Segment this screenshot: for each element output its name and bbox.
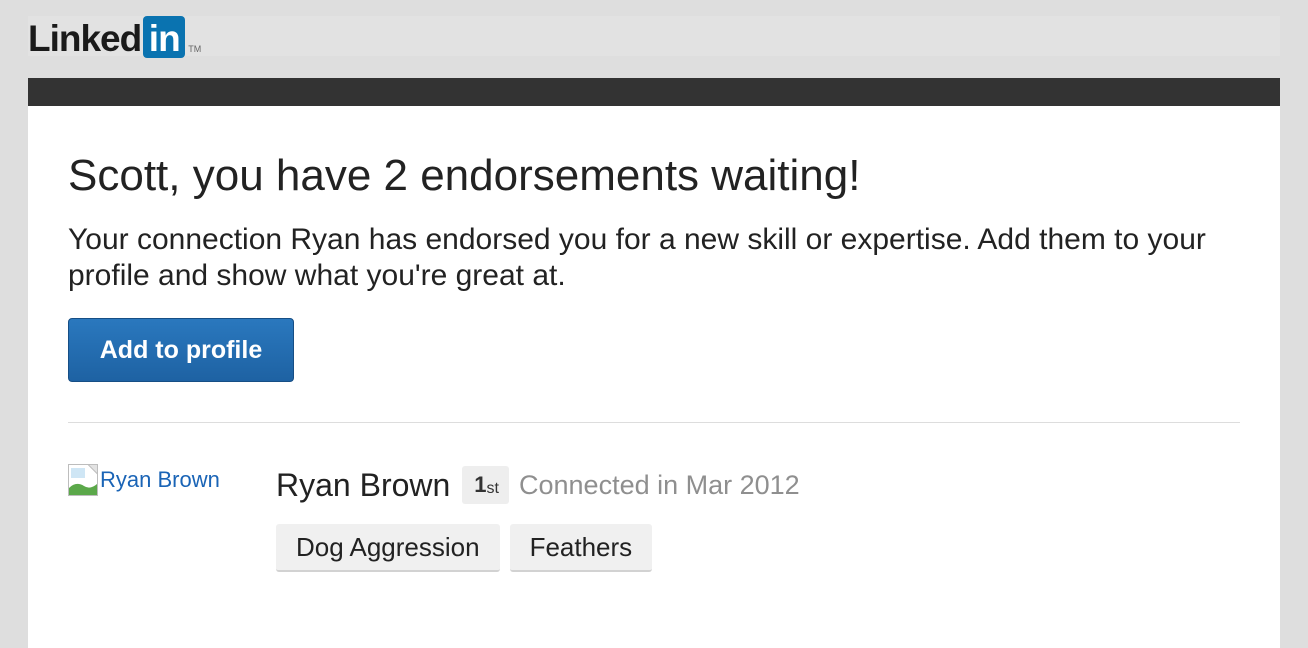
add-to-profile-button[interactable]: Add to profile bbox=[68, 318, 294, 382]
divider bbox=[68, 422, 1240, 423]
broken-image-icon bbox=[68, 464, 98, 496]
logo-in-badge: in bbox=[143, 16, 186, 59]
trademark-mark: TM bbox=[188, 44, 202, 54]
endorsed-skills: Dog Aggression Feathers bbox=[276, 524, 653, 572]
logo-wordmark: Linked bbox=[28, 18, 142, 59]
email-body-text: Your connection Ryan has endorsed you fo… bbox=[68, 223, 1206, 292]
skill-tag-feathers[interactable]: Feathers bbox=[509, 524, 653, 572]
endorser-name[interactable]: Ryan Brown bbox=[276, 467, 450, 504]
connection-degree-badge: 1st bbox=[462, 466, 509, 504]
header-band bbox=[28, 16, 1280, 56]
linkedin-logo[interactable]: Linked in TM bbox=[28, 16, 202, 59]
degree-number: 1 bbox=[474, 472, 487, 497]
degree-suffix: st bbox=[486, 480, 499, 497]
skill-tag-dog-aggression[interactable]: Dog Aggression bbox=[276, 524, 500, 572]
email-headline: Scott, you have 2 endorsements waiting! bbox=[68, 151, 861, 200]
email-card: Scott, you have 2 endorsements waiting! … bbox=[28, 106, 1280, 648]
header-dark-bar bbox=[28, 78, 1280, 106]
connected-since: Connected in Mar 2012 bbox=[519, 469, 800, 500]
endorser-avatar-link[interactable]: Ryan Brown bbox=[68, 464, 220, 496]
endorser-info: Ryan Brown 1st Connected in Mar 2012 bbox=[276, 464, 800, 506]
avatar-alt-text: Ryan Brown bbox=[100, 467, 220, 492]
